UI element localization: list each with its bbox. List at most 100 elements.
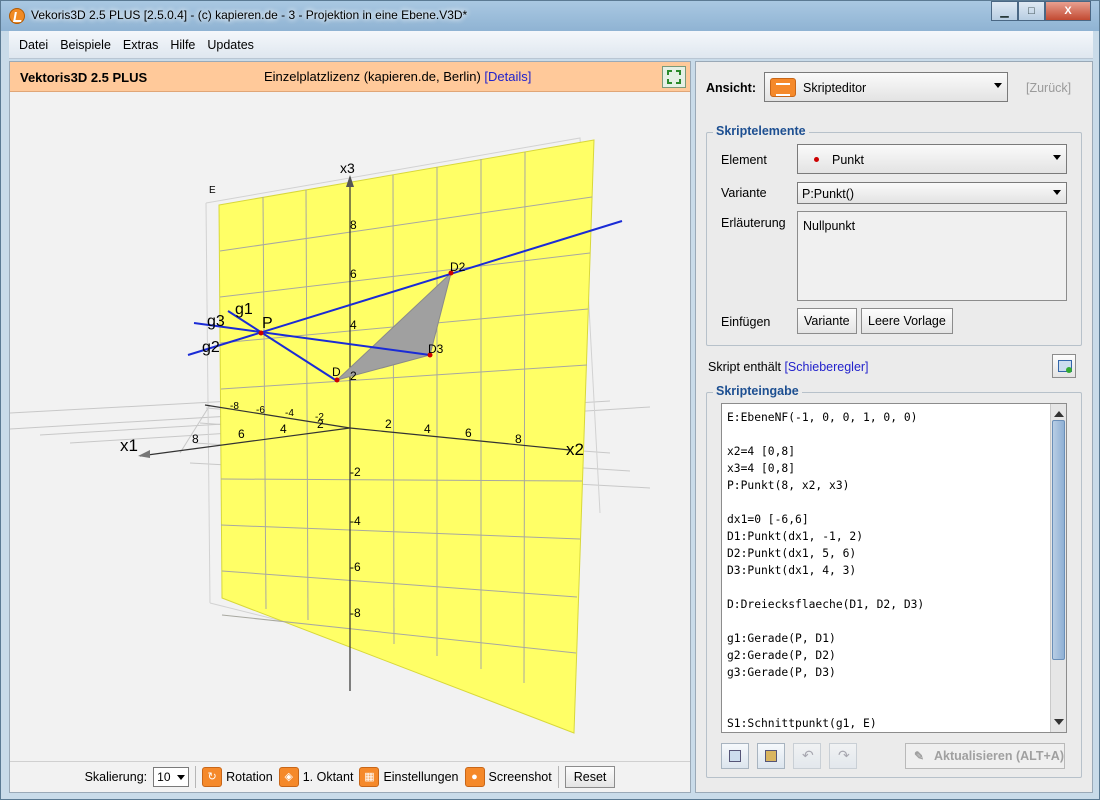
add-slider-button[interactable]	[1052, 354, 1076, 378]
x3-tick: 2	[350, 369, 357, 383]
app-logo-icon	[9, 8, 25, 24]
explanation-box: Nullpunkt	[797, 211, 1067, 301]
copy-button[interactable]	[721, 743, 749, 769]
x3-tick: -4	[350, 514, 361, 528]
update-label: Aktualisieren (ALT+A)	[934, 749, 1064, 763]
slider-link[interactable]: [Schieberegler]	[784, 360, 868, 374]
x1-neg-tick: -6	[256, 405, 265, 416]
element-value: Punkt	[832, 153, 864, 167]
menu-extras[interactable]: Extras	[117, 38, 164, 52]
chevron-down-icon	[994, 83, 1002, 92]
x2-tick: 4	[424, 422, 431, 436]
x1-tick: 4	[280, 422, 287, 436]
insert-label: Einfügen	[721, 315, 771, 329]
octant-button[interactable]: ◈ 1. Oktant	[278, 766, 353, 787]
x2-tick: 8	[515, 432, 522, 446]
x3-tick: 4	[350, 318, 357, 332]
3d-canvas[interactable]: x3 x2 x1 E g1 g3 g2 P D D2 D3 8 6 4 2 -2…	[10, 93, 690, 749]
x1-axis-label: x1	[120, 436, 138, 455]
screenshot-label: Screenshot	[488, 769, 552, 784]
d3-label: D3	[428, 342, 444, 356]
menu-bar: Datei Beispiele Extras Hilfe Updates	[9, 31, 1093, 59]
explanation-label: Erläuterung	[721, 216, 786, 230]
toolbar-separator	[195, 765, 197, 788]
undo-button[interactable]: ↶	[793, 743, 821, 769]
scroll-up-icon[interactable]	[1054, 406, 1064, 417]
script-elements-legend: Skriptelemente	[713, 124, 809, 138]
script-panel: Ansicht: Skripteditor [Zurück] Skriptele…	[695, 61, 1093, 793]
license-label: Einzelplatzlizenz (kapieren.de, Berlin)	[264, 69, 481, 84]
toolbar-separator	[557, 765, 559, 788]
g3-label: g3	[207, 313, 225, 330]
x3-tick: -8	[350, 606, 361, 620]
insert-variant-button[interactable]: Variante	[797, 308, 857, 334]
script-contains-line: Skript enthält [Schieberegler]	[708, 360, 869, 374]
x3-arrow-icon	[346, 175, 354, 187]
chevron-down-icon	[1053, 155, 1061, 164]
d2-label: D2	[450, 260, 466, 274]
menu-datei[interactable]: Datei	[13, 38, 54, 52]
back-button[interactable]: [Zurück]	[1026, 81, 1071, 95]
scale-select[interactable]: 10	[153, 766, 190, 787]
scroll-down-icon[interactable]	[1054, 719, 1064, 730]
maximize-button[interactable]: □	[1018, 1, 1045, 21]
fullscreen-button[interactable]	[662, 66, 686, 88]
rotate-icon: ↻	[202, 766, 223, 787]
script-input-legend: Skripteingabe	[713, 384, 802, 398]
settings-label: Einstellungen	[383, 769, 459, 784]
script-editor[interactable]: E:EbeneNF(-1, 0, 0, 1, 0, 0) x2=4 [0,8] …	[721, 403, 1067, 733]
menu-updates[interactable]: Updates	[201, 38, 260, 52]
variant-label: Variante	[721, 186, 767, 200]
d1-label: D	[332, 365, 341, 379]
x3-tick: -2	[350, 465, 361, 479]
x3-tick: -6	[350, 560, 361, 574]
script-code[interactable]: E:EbeneNF(-1, 0, 0, 1, 0, 0) x2=4 [0,8] …	[727, 409, 924, 732]
x3-tick: 6	[350, 267, 357, 281]
element-label: Element	[721, 153, 767, 167]
g1-label: g1	[235, 301, 253, 318]
settings-button[interactable]: ▦ Einstellungen	[359, 766, 459, 787]
rotation-label: Rotation	[226, 769, 273, 784]
window-controls: ▁ □ X	[991, 1, 1091, 21]
scale-label: Skalierung:	[84, 769, 148, 784]
script-elements-group: Skriptelemente Element Punkt Variante P:…	[706, 124, 1082, 346]
view-panel: Vektoris3D 2.5 PLUS Einzelplatzlizenz (k…	[9, 61, 691, 793]
screenshot-button[interactable]: ● Screenshot	[464, 766, 552, 787]
update-button[interactable]: ✎ Aktualisieren (ALT+A)	[905, 743, 1065, 769]
x1-neg-tick: -4	[285, 408, 294, 419]
x1-neg-tick: -2	[315, 412, 324, 423]
plane-label: E	[209, 185, 216, 196]
script-contains-label: Skript enthält	[708, 360, 781, 374]
paste-icon	[765, 750, 777, 762]
view-mode-select[interactable]: Skripteditor	[764, 72, 1008, 102]
view-mode-value: Skripteditor	[803, 81, 867, 95]
explanation-text: Nullpunkt	[803, 219, 856, 233]
script-editor-icon	[770, 78, 796, 97]
x1-arrow-icon	[138, 450, 150, 458]
copy-icon	[729, 750, 741, 762]
redo-button[interactable]: ↷	[829, 743, 857, 769]
brand-title: Vektoris3D 2.5 PLUS	[20, 70, 148, 85]
app-window: Vekoris3D 2.5 PLUS [2.5.0.4] - (c) kapie…	[0, 0, 1100, 800]
minimize-button[interactable]: ▁	[991, 1, 1018, 21]
g2-label: g2	[202, 339, 220, 356]
variant-select[interactable]: P:Punkt()	[797, 182, 1067, 204]
reset-button[interactable]: Reset	[564, 765, 616, 788]
grid-icon: ▦	[359, 766, 380, 787]
scroll-thumb[interactable]	[1052, 420, 1065, 660]
editor-scrollbar[interactable]	[1050, 404, 1066, 732]
details-link[interactable]: [Details]	[484, 69, 531, 84]
menu-hilfe[interactable]: Hilfe	[164, 38, 201, 52]
rotation-button[interactable]: ↻ Rotation	[202, 766, 273, 787]
cube-icon: ◈	[278, 766, 299, 787]
paste-button[interactable]	[757, 743, 785, 769]
script-input-group: Skripteingabe E:EbeneNF(-1, 0, 0, 1, 0, …	[706, 384, 1082, 778]
element-select[interactable]: Punkt	[797, 144, 1067, 174]
menu-beispiele[interactable]: Beispiele	[54, 38, 117, 52]
insert-empty-template-button[interactable]: Leere Vorlage	[861, 308, 953, 334]
close-button[interactable]: X	[1045, 1, 1091, 21]
x2-axis-label: x2	[566, 440, 584, 459]
x1-tick: 8	[192, 432, 199, 446]
undo-icon: ↶	[802, 747, 814, 763]
camera-icon: ●	[464, 766, 485, 787]
